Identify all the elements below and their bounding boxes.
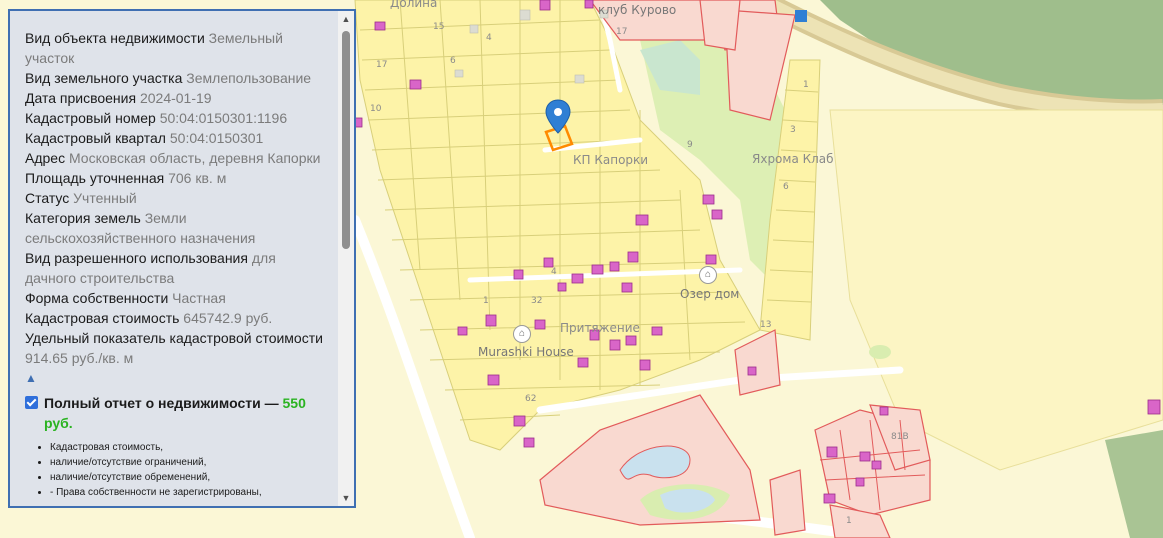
parcel-number: 3: [790, 125, 796, 135]
parcel-number: 6: [783, 182, 789, 192]
attribute-value: Землепользование: [186, 70, 312, 86]
parcel-number: 13: [760, 320, 772, 330]
full-report-checkbox[interactable]: [25, 396, 38, 409]
attribute-label: Статус: [25, 190, 70, 206]
full-report-option[interactable]: Полный отчет о недвижимости — 550 руб.: [25, 393, 330, 433]
scroll-down-icon[interactable]: ▼: [338, 490, 354, 506]
park-spot: [869, 345, 891, 359]
parcel-number: 32: [531, 296, 543, 306]
attribute-label: Площадь уточненная: [25, 170, 165, 186]
parcel-number: 10: [370, 104, 382, 114]
property-attribute-row: Кадастровый квартал 50:04:0150301: [25, 128, 330, 148]
road-sign-icon: [795, 10, 807, 22]
attribute-value: Частная: [172, 290, 226, 306]
house-poi-icon-murashki[interactable]: ⌂: [513, 325, 531, 343]
attribute-label: Категория земель: [25, 210, 141, 226]
property-attribute-row: Удельный показатель кадастровой стоимост…: [25, 328, 330, 368]
attribute-value: 50:04:0150301: [169, 130, 264, 146]
property-info-content: Вид объекта недвижимости Земельный участ…: [10, 11, 338, 506]
parcel-number: 4: [486, 33, 492, 43]
attribute-value: Учтенный: [73, 190, 137, 206]
collapse-arrow-icon[interactable]: ▲: [25, 369, 330, 387]
attribute-value: 706 кв. м: [168, 170, 227, 186]
attribute-label: Кадастровый квартал: [25, 130, 166, 146]
parcel-number: 17: [376, 60, 388, 70]
parcel-number: 4: [551, 267, 557, 277]
attribute-label: Форма собственности: [25, 290, 169, 306]
property-attribute-row: Вид разрешенного использования для дачно…: [25, 248, 330, 288]
attribute-label: Вид объекта недвижимости: [25, 30, 205, 46]
property-attribute-row: Вид объекта недвижимости Земельный участ…: [25, 28, 330, 68]
attribute-label: Вид разрешенного использования: [25, 250, 248, 266]
parcel-number: 1: [803, 80, 809, 90]
attribute-label: Кадастровый номер: [25, 110, 156, 126]
map-label-ozer-dom: Озер дом: [680, 287, 740, 301]
attribute-value: 2024-01-19: [139, 90, 212, 106]
parcel-number: 1: [846, 516, 852, 526]
map-label-klub-kurovo: клуб Курово: [598, 3, 677, 17]
parcel-number: 6: [450, 56, 456, 66]
property-attribute-row: Дата присвоения 2024-01-19: [25, 88, 330, 108]
map-label-dolina: Долина: [390, 0, 438, 10]
property-attribute-row: Статус Учтенный: [25, 188, 330, 208]
scroll-thumb[interactable]: [342, 31, 350, 249]
full-report-items: Кадастровая стоимость,наличие/отсутствие…: [25, 440, 330, 500]
report-item: - Права собственности не зарегистрирован…: [50, 485, 330, 500]
property-attribute-row: Форма собственности Частная: [25, 288, 330, 308]
house-poi-icon[interactable]: ⌂: [699, 266, 717, 284]
map-label-murashki: Murashki House: [478, 345, 574, 359]
parcel-number: 81В: [891, 432, 909, 442]
attribute-value: Московская область, деревня Капорки: [68, 150, 321, 166]
map-label-yakhroma: Яхрома Клаб: [752, 152, 834, 166]
property-attribute-row: Кадастровый номер 50:04:0150301:1196: [25, 108, 330, 128]
property-attribute-row: Категория земель Земли сельскохозяйствен…: [25, 208, 330, 248]
full-report-title: Полный отчет о недвижимости —: [44, 395, 279, 411]
parcel-number: 62: [525, 394, 537, 404]
full-report-label: Полный отчет о недвижимости — 550 руб.: [44, 393, 330, 433]
attribute-value: 50:04:0150301:1196: [159, 110, 288, 126]
attribute-label: Вид земельного участка: [25, 70, 183, 86]
attribute-label: Адрес: [25, 150, 66, 166]
attribute-value: 645742.9 руб.: [183, 310, 273, 326]
property-attribute-row: Вид земельного участка Землепользование: [25, 68, 330, 88]
property-info-panel[interactable]: Вид объекта недвижимости Земельный участ…: [8, 9, 356, 508]
scroll-up-icon[interactable]: ▲: [338, 11, 354, 27]
parcel-number: 1: [483, 296, 489, 306]
attribute-label: Удельный показатель кадастровой стоимост…: [25, 330, 323, 346]
attribute-label: Кадастровая стоимость: [25, 310, 180, 326]
property-attribute-row: Площадь уточненная 706 кв. м: [25, 168, 330, 188]
map-label-prityazhenie: Притяжение: [560, 321, 640, 335]
parcel-number: 17: [616, 27, 628, 37]
parcel-number: 9: [687, 140, 693, 150]
property-attribute-row: Кадастровая стоимость 645742.9 руб.: [25, 308, 330, 328]
property-attribute-row: Адрес Московская область, деревня Капорк…: [25, 148, 330, 168]
report-item: наличие/отсутствие ограничений,: [50, 455, 330, 470]
map-label-kp-kaporki: КП Капорки: [573, 153, 649, 167]
report-item: Кадастровая стоимость,: [50, 440, 330, 455]
report-item: наличие/отсутствие обременений,: [50, 470, 330, 485]
parcel-number: 15: [433, 22, 445, 32]
property-attributes: Вид объекта недвижимости Земельный участ…: [25, 28, 330, 368]
attribute-value: 914.65 руб./кв. м: [25, 350, 134, 366]
attribute-label: Дата присвоения: [25, 90, 137, 106]
panel-scrollbar[interactable]: ▲ ▼: [338, 11, 354, 506]
